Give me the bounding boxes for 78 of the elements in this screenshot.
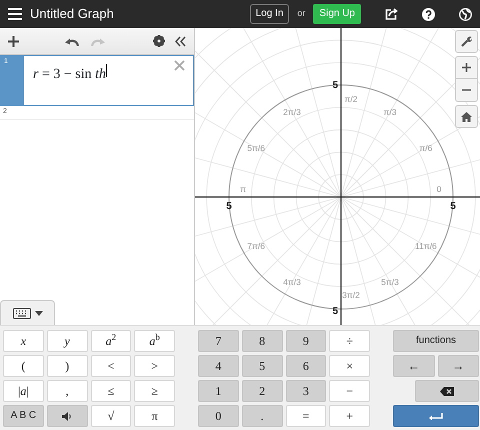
menu-icon[interactable]: [8, 8, 22, 20]
share-icon[interactable]: [385, 8, 398, 20]
keypad-toggle[interactable]: [0, 300, 55, 325]
help-icon[interactable]: [422, 8, 435, 20]
keypad-key[interactable]: =: [286, 405, 326, 427]
keypad-key[interactable]: 2: [242, 380, 282, 402]
minus-icon: [462, 89, 471, 91]
axis-label: 5: [450, 201, 456, 212]
collapse-icon[interactable]: [175, 36, 186, 46]
keypad-key[interactable]: <: [90, 355, 132, 377]
angle-label: 4π/3: [283, 276, 301, 287]
angle-label: 5π/6: [247, 143, 265, 153]
angle-label: π: [240, 184, 246, 194]
axis-label: 5: [226, 201, 232, 212]
tools-button[interactable]: [455, 30, 478, 53]
zoom-in-button[interactable]: [455, 56, 478, 79]
angle-label: π/2: [344, 94, 358, 104]
angle-label: 2π/3: [283, 107, 301, 118]
keypad-key[interactable]: ≥: [134, 380, 175, 402]
caret-icon: [34, 310, 42, 316]
angle-label: 0: [436, 184, 442, 194]
keypad-key[interactable]: |a|: [3, 380, 44, 402]
login-button[interactable]: Log In: [250, 4, 290, 24]
angle-label: 11π/6: [415, 241, 437, 251]
backspace-icon: [440, 386, 454, 396]
enter-icon: [429, 412, 443, 420]
keypad-key[interactable]: 4: [198, 355, 239, 377]
keypad-key[interactable]: +: [329, 405, 370, 427]
keypad-key[interactable]: −: [329, 380, 370, 402]
keyboard-icon: [12, 308, 30, 318]
wrench-icon: [461, 36, 472, 47]
keypad-key[interactable]: >: [134, 355, 175, 377]
angle-label: π/6: [419, 143, 432, 153]
keypad-key[interactable]: 3: [286, 380, 326, 402]
keypad-key[interactable]: [46, 405, 88, 427]
keypad-key[interactable]: .: [242, 405, 282, 427]
keypad-key[interactable]: 8: [242, 330, 282, 352]
keypad-key[interactable]: √: [90, 405, 132, 427]
keypad-key[interactable]: 9: [286, 330, 326, 352]
keypad-key[interactable]: A B C: [3, 405, 44, 427]
home-icon: [461, 112, 472, 122]
keypad-key[interactable]: ÷: [329, 330, 370, 352]
keypad-key[interactable]: y: [46, 330, 88, 352]
keypad-key[interactable]: ≤: [90, 380, 132, 402]
keypad-key[interactable]: ,: [46, 380, 88, 402]
angle-label: π/3: [384, 107, 396, 118]
keypad-key[interactable]: 0: [198, 405, 239, 427]
keypad-key[interactable]: π: [134, 405, 175, 427]
keypad-key[interactable]: x: [3, 330, 44, 352]
keypad-key[interactable]: ): [46, 355, 88, 377]
add-icon[interactable]: [8, 36, 19, 46]
keypad-key[interactable]: 6: [286, 355, 326, 377]
angle-label: 7π/6: [247, 241, 265, 251]
plus-icon: [462, 63, 471, 72]
keypad-key[interactable]: 1: [198, 380, 239, 402]
axis-label: 5: [332, 306, 338, 317]
graph-title: Untitled Graph: [30, 5, 114, 24]
keypad-key[interactable]: a$^{2}$: [90, 330, 132, 352]
text-cursor: [106, 64, 107, 77]
speaker-icon: [62, 412, 72, 420]
axis-label: 5: [332, 80, 338, 91]
keypad-key[interactable]: ×: [329, 355, 370, 377]
keypad-key[interactable]: a$^{b}$: [134, 330, 175, 352]
settings-icon[interactable]: [153, 35, 165, 47]
or-text: or: [297, 7, 306, 20]
keypad-key[interactable]: 7: [198, 330, 239, 352]
keypad-key[interactable]: ←: [393, 355, 434, 377]
keypad-key[interactable]: (: [3, 355, 44, 377]
keypad-key[interactable]: →: [438, 355, 479, 377]
globe-icon[interactable]: [459, 8, 472, 20]
expression-text: r = 3 − sin th: [33, 66, 106, 84]
undo-icon[interactable]: [65, 36, 79, 46]
keypad-key[interactable]: functions: [393, 330, 479, 352]
keypad-key[interactable]: 5: [242, 355, 282, 377]
keypad-key[interactable]: [415, 380, 479, 402]
home-button[interactable]: [455, 105, 478, 128]
angle-label: 3π/2: [342, 290, 360, 300]
angle-label: 5π/3: [381, 276, 399, 287]
